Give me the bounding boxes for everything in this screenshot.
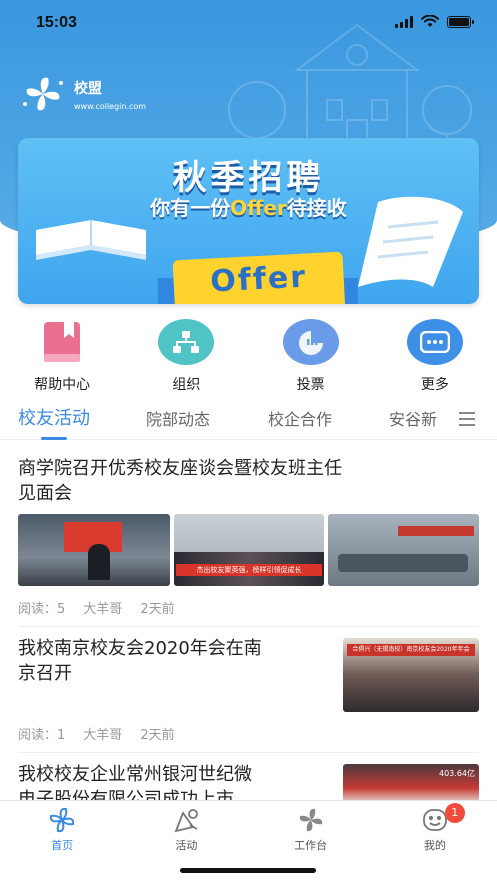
book-icon (44, 322, 81, 362)
quick-label: 组织 (172, 377, 201, 393)
quick-label: 投票 (296, 377, 325, 393)
wifi-icon (421, 15, 439, 27)
brand-url: www.collegin.com (74, 101, 147, 111)
tab-alumni-activities[interactable]: 校友活动 (18, 404, 90, 430)
activity-icon (174, 809, 199, 833)
nav-label: 活动 (175, 839, 198, 852)
read-count: 阅读：1 (18, 728, 66, 743)
app-logo: 校盟 www.collegin.com (20, 74, 146, 114)
quick-item-vote[interactable]: 投票 (249, 318, 373, 398)
article-time: 2天前 (140, 602, 175, 617)
status-icons (395, 15, 474, 28)
bottom-tab-bar: 首页 活动 工作台 1 我的 (0, 800, 497, 860)
home-pinwheel-icon (49, 807, 75, 833)
pinwheel-logo-icon (23, 77, 63, 111)
article-title: 商学院召开优秀校友座谈会暨校友班主任 见面会 (18, 458, 342, 504)
nav-label: 首页 (51, 839, 74, 852)
quick-label: 更多 (420, 377, 449, 393)
hamburger-menu-icon[interactable] (459, 412, 475, 430)
cellular-signal-icon (395, 15, 413, 28)
recruitment-banner[interactable]: 秋季招聘 你有一份Offer待接收 Offer (18, 138, 479, 304)
article-author: 大羊哥 (83, 728, 123, 743)
article-author: 大羊哥 (83, 602, 123, 617)
tab-enterprise-cooperation[interactable]: 校企合作 (268, 404, 332, 430)
quick-menu: 帮助中心 组织 投票 更多 (0, 318, 497, 398)
article-photo: 杰出校友聚英强，榜样引领促成长 (174, 514, 324, 586)
nav-activity[interactable]: 活动 (124, 801, 248, 860)
article-time: 2天前 (140, 728, 175, 743)
more-dots-icon (406, 319, 463, 365)
article-photo (18, 514, 170, 586)
quick-item-organization[interactable]: 组织 (124, 318, 248, 398)
tab-angu-news[interactable]: 安谷新 (389, 404, 437, 430)
article-meta: 阅读：5 大羊哥 2天前 (18, 598, 175, 617)
offer-card: Offer (172, 251, 346, 304)
nav-workbench[interactable]: 工作台 (249, 801, 373, 860)
status-time: 15:03 (36, 14, 77, 31)
article-photo (328, 514, 479, 586)
nav-home[interactable]: 首页 (0, 801, 124, 860)
battery-icon (447, 15, 474, 28)
article-meta: 阅读：1 大羊哥 2天前 (18, 724, 175, 743)
quick-item-help-center[interactable]: 帮助中心 (0, 318, 124, 398)
quick-item-more[interactable]: 更多 (373, 318, 497, 398)
nav-label: 我的 (423, 839, 446, 852)
notification-badge: 1 (444, 803, 465, 823)
home-indicator (180, 868, 316, 873)
article-photo: 合俱兴（无锡南校）南京校友会2020年年会 (343, 638, 479, 712)
category-tabs: 校友活动 院部动态 校企合作 安谷新 (0, 404, 497, 440)
divider (18, 752, 479, 753)
tab-department-news[interactable]: 院部动态 (146, 404, 210, 430)
divider (18, 626, 479, 627)
read-count: 阅读：5 (18, 602, 66, 617)
quick-label: 帮助中心 (34, 377, 91, 393)
nav-label: 工作台 (294, 839, 328, 852)
status-bar: 15:03 (0, 0, 497, 46)
article-photo: 403.64亿 (343, 764, 479, 804)
banner-subtitle: 你有一份Offer待接收 (150, 196, 347, 220)
brand-name: 校盟 (74, 80, 102, 97)
workbench-icon (299, 808, 322, 832)
nav-profile[interactable]: 1 我的 (373, 801, 497, 860)
vote-chart-icon (282, 319, 339, 365)
org-chart-icon (158, 319, 215, 365)
article-title: 我校南京校友会2020年会在南 京召开 (18, 638, 262, 684)
